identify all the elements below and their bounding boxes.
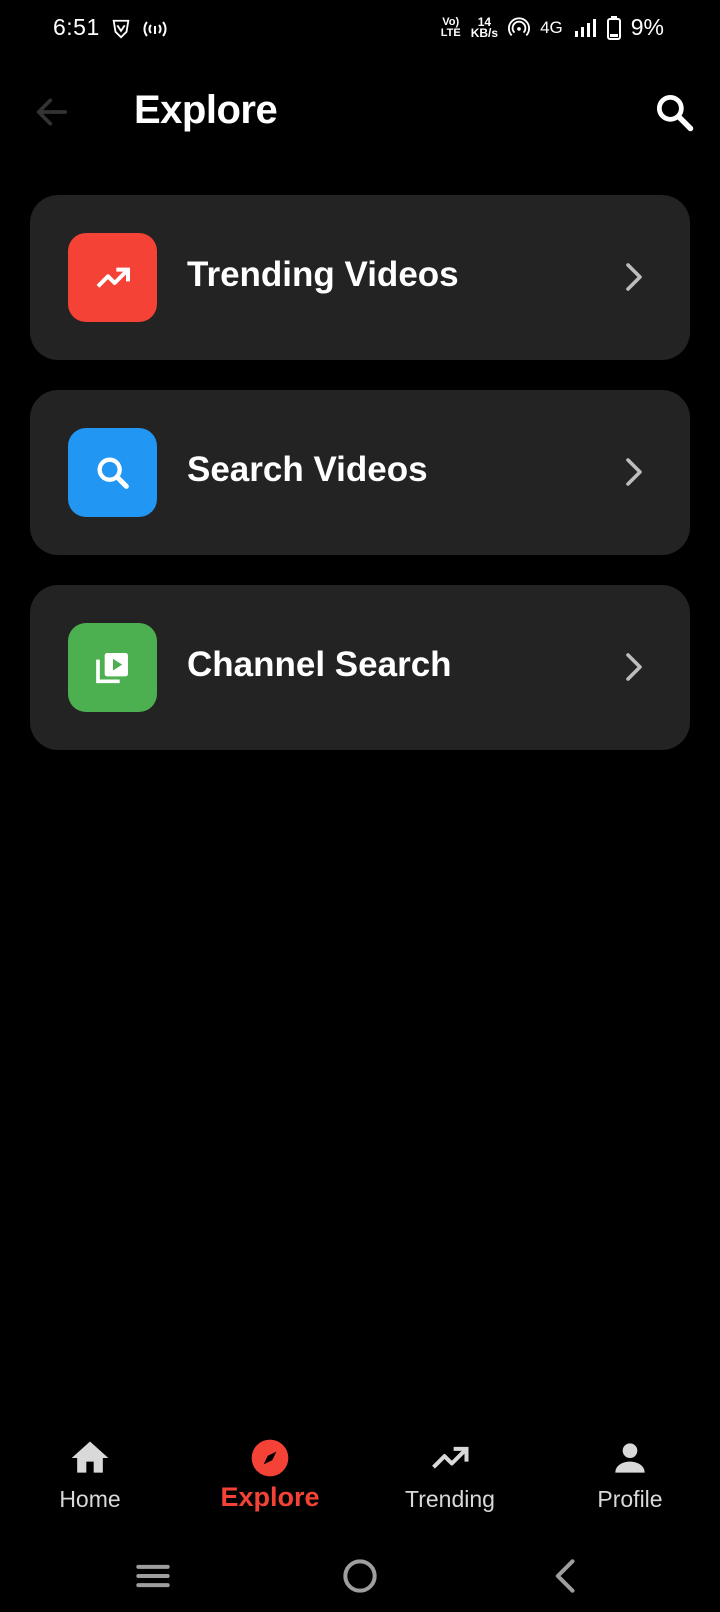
vpn-shield-icon — [112, 19, 130, 39]
app-bar: Explore — [0, 70, 720, 156]
channel-icon-box — [68, 623, 157, 712]
hotspot-icon — [508, 16, 531, 36]
trending-icon-box — [68, 233, 157, 322]
recent-apps-icon[interactable] — [131, 1554, 175, 1598]
system-back-icon[interactable] — [545, 1554, 589, 1598]
page-title: Explore — [134, 88, 278, 132]
status-bar: 6:51 Vo) LTE 14 KB/s 4G 9% — [0, 0, 720, 60]
chevron-right-icon — [626, 263, 642, 291]
channel-search-card[interactable]: Channel Search — [30, 585, 690, 750]
chevron-right-icon — [626, 653, 642, 681]
nav-label-explore: Explore — [220, 1482, 320, 1512]
search-icon-box — [68, 428, 157, 517]
volte-indicator: Vo) LTE — [440, 15, 461, 39]
explore-menu: Trending Videos Search Videos Channel Se… — [30, 195, 690, 780]
nav-label-trending: Trending — [405, 1486, 495, 1512]
status-time: 6:51 — [53, 14, 100, 40]
person-icon — [615, 1443, 645, 1473]
back-arrow-icon[interactable] — [32, 92, 72, 132]
signal-icon — [574, 18, 596, 37]
search-icon[interactable] — [652, 90, 696, 134]
system-navigation-bar — [0, 1540, 720, 1612]
network-type: 4G — [540, 17, 563, 37]
search-videos-card[interactable]: Search Videos — [30, 390, 690, 555]
network-speed: 14 KB/s — [470, 14, 499, 40]
compass-icon — [251, 1439, 289, 1477]
trending-videos-card[interactable]: Trending Videos — [30, 195, 690, 360]
home-circle-icon[interactable] — [338, 1554, 382, 1598]
hotspot-signal-icon — [143, 21, 167, 37]
video-library-icon — [95, 652, 128, 683]
trending-up-icon — [432, 1446, 469, 1469]
nav-item-home[interactable]: Home — [0, 1428, 180, 1520]
battery-percent: 9% — [630, 14, 664, 40]
nav-item-profile[interactable]: Profile — [540, 1428, 720, 1520]
battery-icon — [606, 15, 621, 40]
home-icon — [71, 1441, 109, 1473]
nav-item-trending[interactable]: Trending — [360, 1428, 540, 1520]
nav-label-home: Home — [59, 1486, 121, 1512]
menu-item-label: Trending Videos — [187, 255, 459, 294]
bottom-navigation: Home Explore Trending Profile — [0, 1428, 720, 1520]
search-icon — [97, 457, 129, 489]
menu-item-label: Search Videos — [187, 450, 428, 489]
nav-item-explore[interactable]: Explore — [180, 1428, 360, 1520]
chevron-right-icon — [626, 458, 642, 486]
trending-up-icon — [96, 267, 130, 288]
menu-item-label: Channel Search — [187, 645, 452, 684]
nav-label-profile: Profile — [597, 1486, 663, 1512]
